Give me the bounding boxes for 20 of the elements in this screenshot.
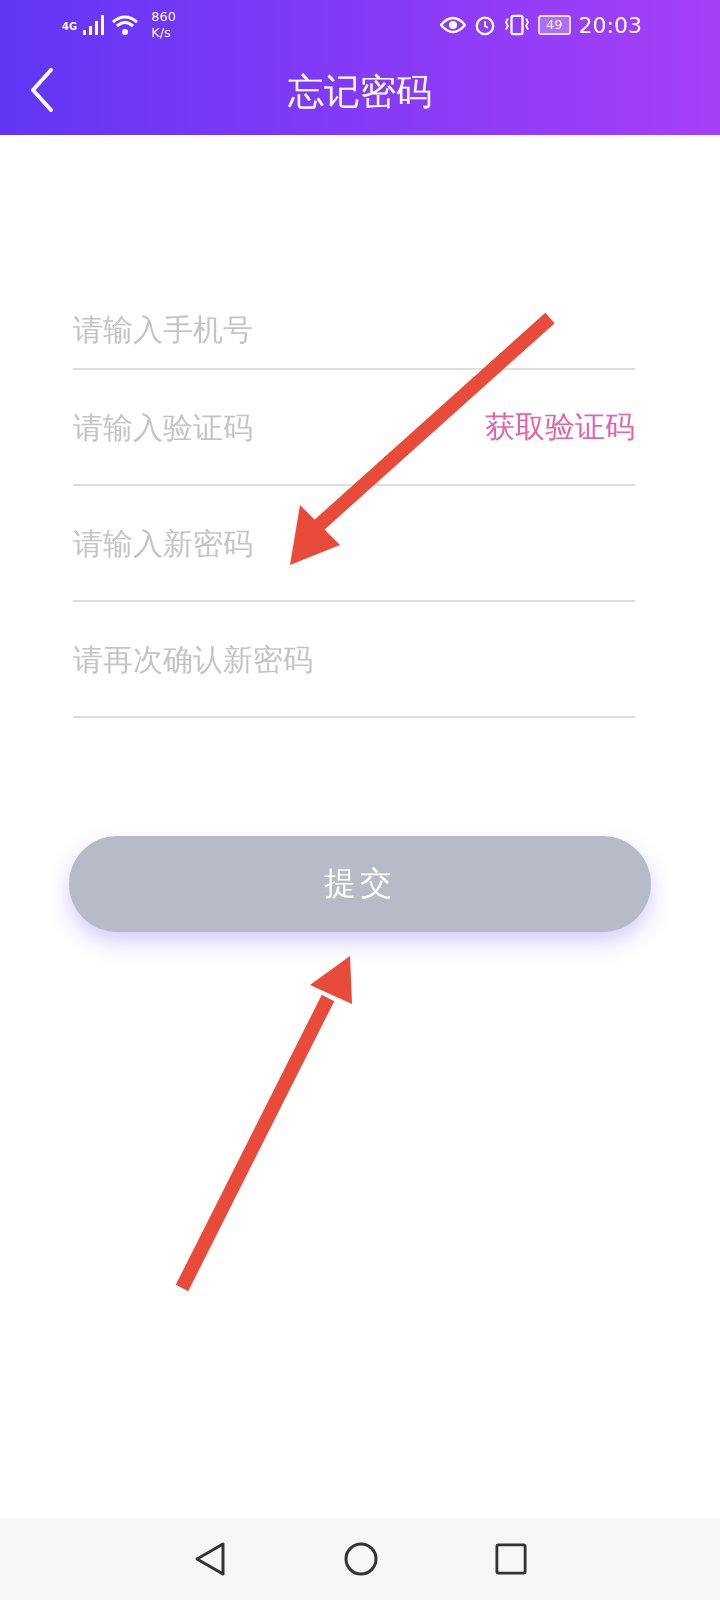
back-nav-icon[interactable]: [193, 1541, 227, 1577]
back-icon[interactable]: [30, 68, 54, 112]
status-time: 20:03: [578, 12, 642, 38]
home-nav-icon[interactable]: [343, 1541, 379, 1577]
speed-unit: K/s: [151, 25, 172, 41]
recents-nav-icon[interactable]: [495, 1543, 527, 1575]
battery-indicator: 49: [538, 15, 571, 35]
page-title: 忘记密码: [288, 70, 432, 114]
alarm-icon: [474, 14, 497, 36]
network-speed: 860: [151, 9, 176, 25]
network-type: 4G: [62, 21, 78, 32]
get-code-link[interactable]: 获取验证码: [485, 406, 635, 448]
input-field[interactable]: 请输入手机号: [73, 311, 635, 347]
wifi-icon: [111, 14, 140, 36]
vibrate-icon: [504, 14, 531, 36]
signal-icon: [83, 15, 106, 35]
input-field[interactable]: 请输入验证码: [73, 409, 485, 445]
input-field[interactable]: 请再次确认新密码: [73, 641, 635, 677]
eye-icon: [440, 16, 467, 34]
input-field[interactable]: 请输入新密码: [73, 525, 635, 561]
